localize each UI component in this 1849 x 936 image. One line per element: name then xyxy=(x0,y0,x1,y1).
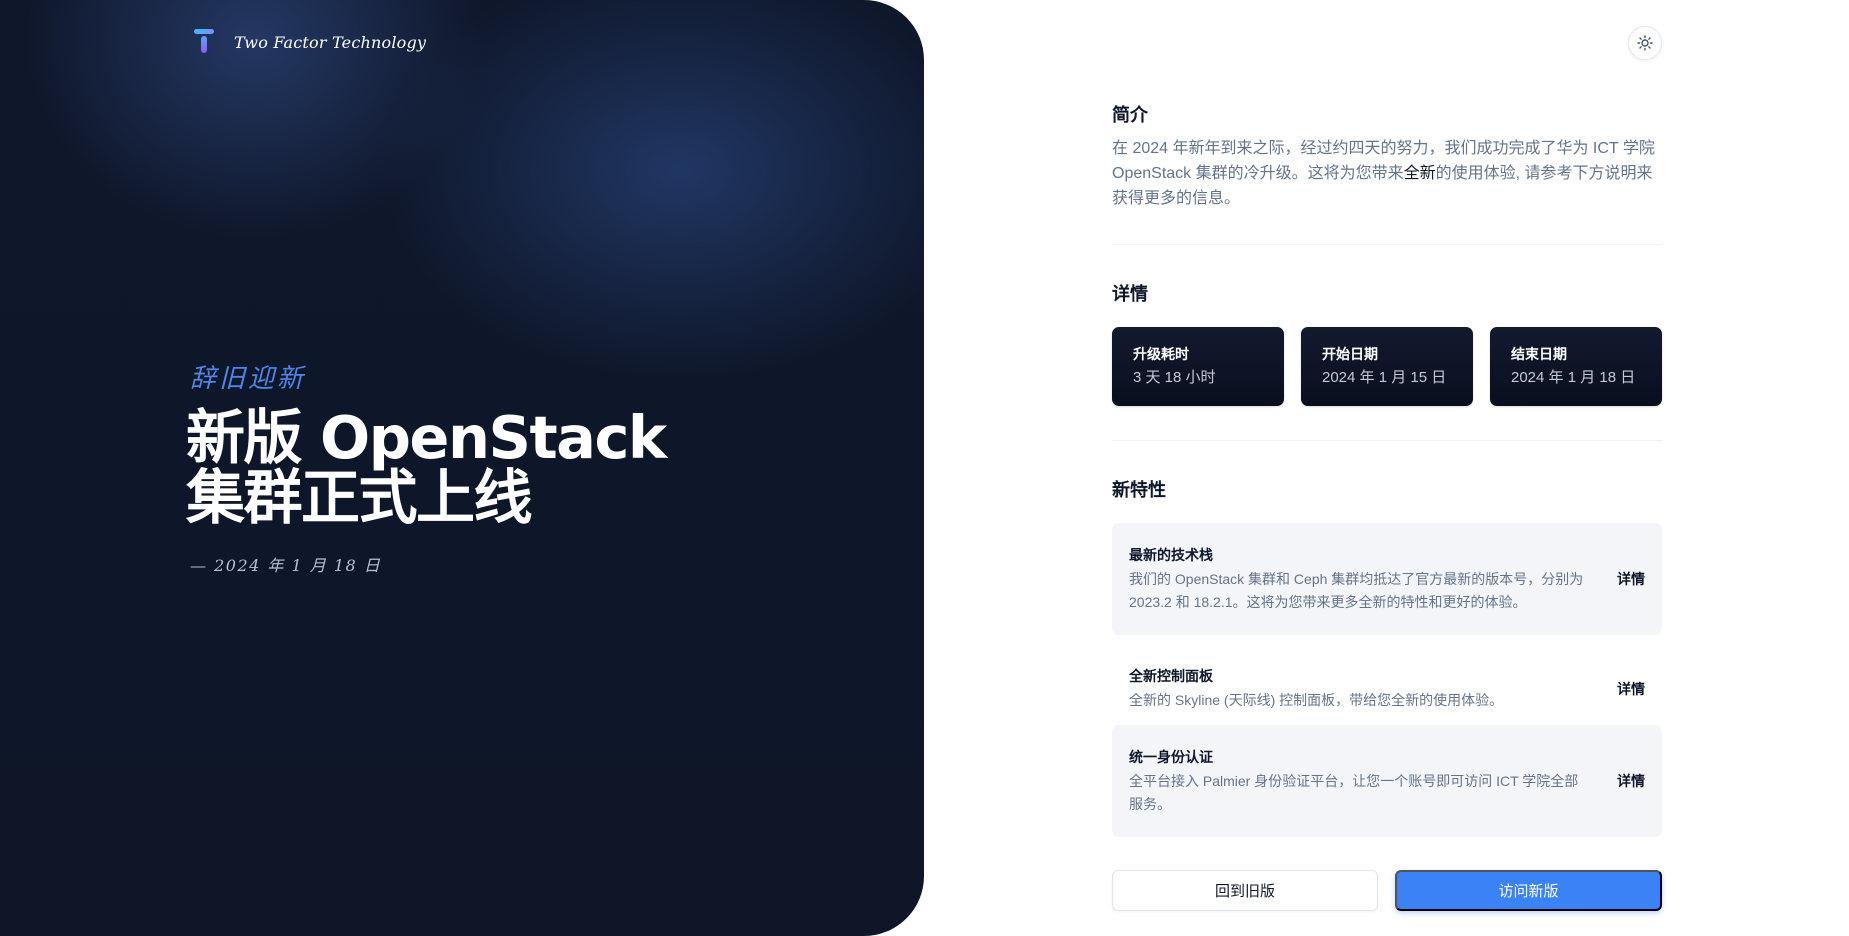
brand-name: Two Factor Technology xyxy=(234,32,427,52)
detail-card-label: 升级耗时 xyxy=(1133,346,1189,362)
feature-details-link[interactable]: 详情 xyxy=(1617,771,1645,791)
feature-details-link[interactable]: 详情 xyxy=(1617,679,1645,699)
theme-toggle-button[interactable] xyxy=(1628,26,1662,60)
feature-item-tech-stack: 最新的技术栈 我们的 OpenStack 集群和 Ceph 集群均抵达了官方最新… xyxy=(1112,523,1662,635)
feature-desc: 我们的 OpenStack 集群和 Ceph 集群均抵达了官方最新的版本号，分别… xyxy=(1129,570,1584,610)
hero-title: 新版 OpenStack 集群正式上线 xyxy=(186,403,667,532)
detail-card-end-date: 结束日期 2024 年 1 月 18 日 xyxy=(1490,327,1662,406)
intro-text: 在 2024 年新年到来之际，经过约四天的努力，我们成功完成了华为 ICT 学院… xyxy=(1112,140,1655,207)
intro-highlight: 全新 xyxy=(1403,165,1436,182)
hero-panel: Two Factor Technology 辞旧迎新 新版 OpenStack … xyxy=(0,0,924,936)
divider xyxy=(1112,440,1662,441)
detail-card-start-date: 开始日期 2024 年 1 月 15 日 xyxy=(1301,327,1473,406)
detail-card-label: 结束日期 xyxy=(1511,346,1567,362)
feature-item-control-panel: 全新控制面板 全新的 Skyline (天际线) 控制面板，带给您全新的使用体验… xyxy=(1112,645,1662,732)
detail-card-label: 开始日期 xyxy=(1322,346,1378,362)
feature-item-identity: 统一身份认证 全平台接入 Palmier 身份验证平台，让您一个账号即可访问 I… xyxy=(1112,725,1662,837)
details-cards: 升级耗时 3 天 18 小时 开始日期 2024 年 1 月 15 日 结束日期… xyxy=(1112,327,1662,406)
brand[interactable]: Two Factor Technology xyxy=(194,28,426,56)
feature-desc: 全平台接入 Palmier 身份验证平台，让您一个账号即可访问 ICT 学院全部… xyxy=(1129,772,1579,812)
sun-icon xyxy=(1637,35,1653,51)
feature-title: 统一身份认证 xyxy=(1129,748,1213,765)
details-heading: 详情 xyxy=(1112,284,1148,305)
feature-title: 最新的技术栈 xyxy=(1129,546,1213,563)
detail-card-value: 3 天 18 小时 xyxy=(1133,369,1216,386)
hero-date: — 2024 年 1 月 18 日 xyxy=(190,556,382,575)
detail-card-duration: 升级耗时 3 天 18 小时 xyxy=(1112,327,1284,406)
feature-title: 全新控制面板 xyxy=(1129,667,1213,684)
intro-heading: 简介 xyxy=(1112,105,1148,126)
detail-card-value: 2024 年 1 月 18 日 xyxy=(1511,369,1636,386)
divider xyxy=(1112,244,1662,245)
back-to-old-button[interactable]: 回到旧版 xyxy=(1112,870,1378,911)
detail-card-value: 2024 年 1 月 15 日 xyxy=(1322,369,1447,386)
hero-eyebrow: 辞旧迎新 xyxy=(190,364,307,394)
t-logo-icon xyxy=(194,28,216,56)
features-heading: 新特性 xyxy=(1112,480,1166,501)
feature-details-link[interactable]: 详情 xyxy=(1617,569,1645,589)
feature-desc: 全新的 Skyline (天际线) 控制面板，带给您全新的使用体验。 xyxy=(1129,691,1504,708)
visit-new-button[interactable]: 访问新版 xyxy=(1395,870,1662,911)
